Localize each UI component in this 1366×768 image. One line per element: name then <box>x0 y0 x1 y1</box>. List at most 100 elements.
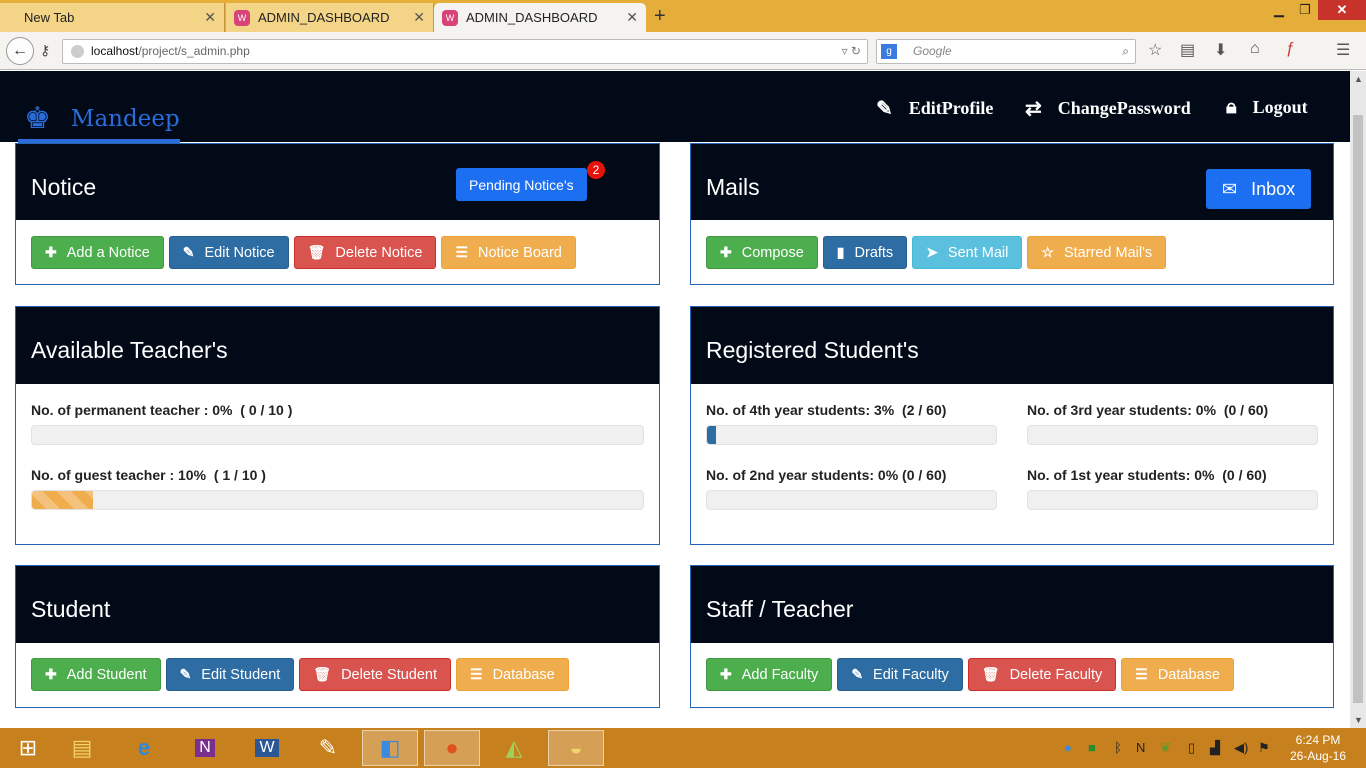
window-close-icon[interactable]: ✕ <box>1318 0 1366 20</box>
edit-profile-link[interactable]: ✎ EditProfile <box>876 96 993 121</box>
scroll-down-icon[interactable]: ▼ <box>1354 715 1363 725</box>
maximize-icon[interactable]: ❐ <box>1292 0 1318 20</box>
student-database-label: Database <box>492 666 555 683</box>
year1-label: No. of 1st year students: 0% (0 / 60) <box>1027 467 1267 483</box>
home-icon[interactable]: ⌂ <box>1250 40 1260 58</box>
add-notice-label: Add a Notice <box>66 244 150 261</box>
vertical-scrollbar[interactable]: ▲ ▼ <box>1350 71 1366 728</box>
add-faculty-label: Add Faculty <box>741 666 819 683</box>
url-bar[interactable]: localhost/project/s_admin.php ▿ ↻ <box>62 39 868 64</box>
faculty-database-button[interactable]: ☰ Database <box>1121 658 1234 691</box>
start-windows-icon[interactable]: ⊞ <box>0 730 56 766</box>
top-navbar: ♚ Mandeep ✎ EditProfile ⇄ ChangePassword… <box>0 71 1350 143</box>
file-explorer-icon[interactable]: ▤ <box>54 730 110 766</box>
edit-icon: ✎ <box>851 666 864 682</box>
panel-title: Notice <box>31 174 97 200</box>
change-password-link[interactable]: ⇄ ChangePassword <box>1025 96 1191 121</box>
add-faculty-button[interactable]: ✚ Add Faculty <box>706 658 833 691</box>
close-icon[interactable]: ✕ <box>204 9 216 26</box>
pending-notices-button[interactable]: Pending Notice's <box>456 168 587 201</box>
student-database-button[interactable]: ☰ Database <box>456 658 569 691</box>
back-button[interactable]: ← <box>6 37 34 65</box>
word-icon[interactable]: W <box>239 730 295 766</box>
onenote-icon[interactable]: N <box>177 730 233 766</box>
edit-faculty-button[interactable]: ✎ Edit Faculty <box>837 658 963 691</box>
inbox-label: Inbox <box>1251 178 1296 199</box>
drafts-button[interactable]: ▮ Drafts <box>822 236 908 269</box>
notice-panel-heading: Notice Pending Notice's 2 <box>16 144 659 220</box>
add-student-label: Add Student <box>66 666 147 683</box>
tab-label: ADMIN_DASHBOARD <box>258 10 390 25</box>
edit-profile-label: EditProfile <box>908 98 994 118</box>
add-student-button[interactable]: ✚ Add Student <box>31 658 161 691</box>
staff-actions: ✚ Add Faculty ✎ Edit Faculty 🗑︎ Delete Facu… <box>706 658 1234 691</box>
edit-student-button[interactable]: ✎ Edit Student <box>165 658 295 691</box>
close-icon[interactable]: ✕ <box>413 9 425 26</box>
wamp-icon[interactable]: ◒ <box>548 730 604 766</box>
add-notice-button[interactable]: ✚ Add a Notice <box>31 236 164 269</box>
action-center-icon[interactable]: ⚑ <box>1258 740 1270 756</box>
panel-title: Registered Student's <box>706 337 919 363</box>
sent-mail-button[interactable]: ➤ Sent Mail <box>912 236 1023 269</box>
firefox-icon[interactable]: ● <box>424 730 480 766</box>
browser-tab-new[interactable]: New Tab ✕ <box>0 3 225 32</box>
tray-app-icon[interactable]: ● <box>1064 740 1072 755</box>
notice-board-label: Notice Board <box>478 244 562 261</box>
change-password-label: ChangePassword <box>1057 98 1191 118</box>
notepad-icon[interactable]: ✎ <box>300 730 356 766</box>
tray-leaf-icon[interactable]: ❦ <box>1160 740 1171 756</box>
inbox-button[interactable]: ✉ Inbox <box>1206 169 1312 209</box>
scrollbar-thumb[interactable] <box>1353 115 1363 703</box>
key-icon[interactable]: ⚷ <box>40 42 50 59</box>
notice-panel: Notice Pending Notice's 2 ✚ Add a Notice … <box>15 143 660 285</box>
google-icon[interactable]: g <box>881 44 897 59</box>
bookmark-star-icon[interactable]: ☆ <box>1148 40 1162 60</box>
tray-nx-icon[interactable]: N <box>1136 740 1145 755</box>
app-window-icon[interactable]: ◧ <box>362 730 418 766</box>
flash-icon[interactable]: ƒ <box>1286 40 1295 58</box>
minimize-icon[interactable]: ▁ <box>1266 0 1292 20</box>
search-placeholder: Google <box>913 44 952 58</box>
download-icon[interactable]: ⬇ <box>1214 40 1227 60</box>
bluetooth-icon[interactable]: ᛒ <box>1114 740 1122 755</box>
permanent-teacher-label: No. of permanent teacher : 0% ( 0 / 10 ) <box>31 402 293 418</box>
year2-progress <box>706 490 997 510</box>
page-content: ♚ Mandeep ✎ EditProfile ⇄ ChangePassword… <box>0 71 1350 728</box>
edit-student-label: Edit Student <box>201 666 281 683</box>
browser-tab-admin-2[interactable]: W ADMIN_DASHBOARD ✕ <box>434 3 646 32</box>
notice-board-button[interactable]: ☰ Notice Board <box>441 236 576 269</box>
progress-fill <box>707 426 716 444</box>
brand[interactable]: ♚ Mandeep <box>18 98 180 143</box>
teachers-panel-heading: Available Teacher's <box>16 307 659 384</box>
panel-title: Student <box>31 596 111 622</box>
windows-taskbar: ⊞ ▤ e N W ✎ ◧ ● ◭ ◒ ● ■ ᛒ N ❦ ▯ ▟ ◀) ⚑ 6… <box>0 728 1366 768</box>
delete-student-button[interactable]: 🗑︎ Delete Student <box>299 658 452 691</box>
tray-w-icon[interactable]: ■ <box>1088 740 1096 755</box>
delete-faculty-button[interactable]: 🗑︎ Delete Faculty <box>967 658 1117 691</box>
year4-progress <box>706 425 997 445</box>
network-icon[interactable]: ▟ <box>1210 740 1220 756</box>
delete-notice-label: Delete Notice <box>335 244 423 261</box>
volume-icon[interactable]: ◀) <box>1234 740 1248 756</box>
delete-notice-button[interactable]: 🗑︎ Delete Notice <box>293 236 437 269</box>
starred-mails-button[interactable]: ☆ Starred Mail's <box>1027 236 1167 269</box>
system-clock[interactable]: 6:24 PM 26-Aug-16 <box>1280 732 1356 764</box>
scroll-up-icon[interactable]: ▲ <box>1354 74 1363 84</box>
faculty-database-label: Database <box>1157 666 1220 683</box>
notice-actions: ✚ Add a Notice ✎ Edit Notice 🗑︎ Delete Noti… <box>31 236 576 269</box>
new-tab-button[interactable]: + <box>654 5 666 28</box>
bookmarks-list-icon[interactable]: ▤ <box>1180 40 1195 60</box>
reload-icon[interactable]: ▿ ↻ <box>842 40 861 63</box>
compose-button[interactable]: ✚ Compose <box>706 236 818 269</box>
menu-icon[interactable]: ☰ <box>1336 40 1350 60</box>
close-icon[interactable]: ✕ <box>626 9 638 26</box>
internet-explorer-icon[interactable]: e <box>116 730 172 766</box>
battery-icon[interactable]: ▯ <box>1188 740 1195 756</box>
browser-tab-admin-1[interactable]: W ADMIN_DASHBOARD ✕ <box>226 3 434 32</box>
edit-icon: ✎ <box>179 666 192 682</box>
search-icon[interactable]: ⌕ <box>1122 40 1129 63</box>
search-input[interactable]: g Google ⌕ <box>876 39 1136 64</box>
logout-link[interactable]: 🔒︎ Logout <box>1226 96 1308 119</box>
android-studio-icon[interactable]: ◭ <box>486 730 542 766</box>
edit-notice-button[interactable]: ✎ Edit Notice <box>168 236 289 269</box>
